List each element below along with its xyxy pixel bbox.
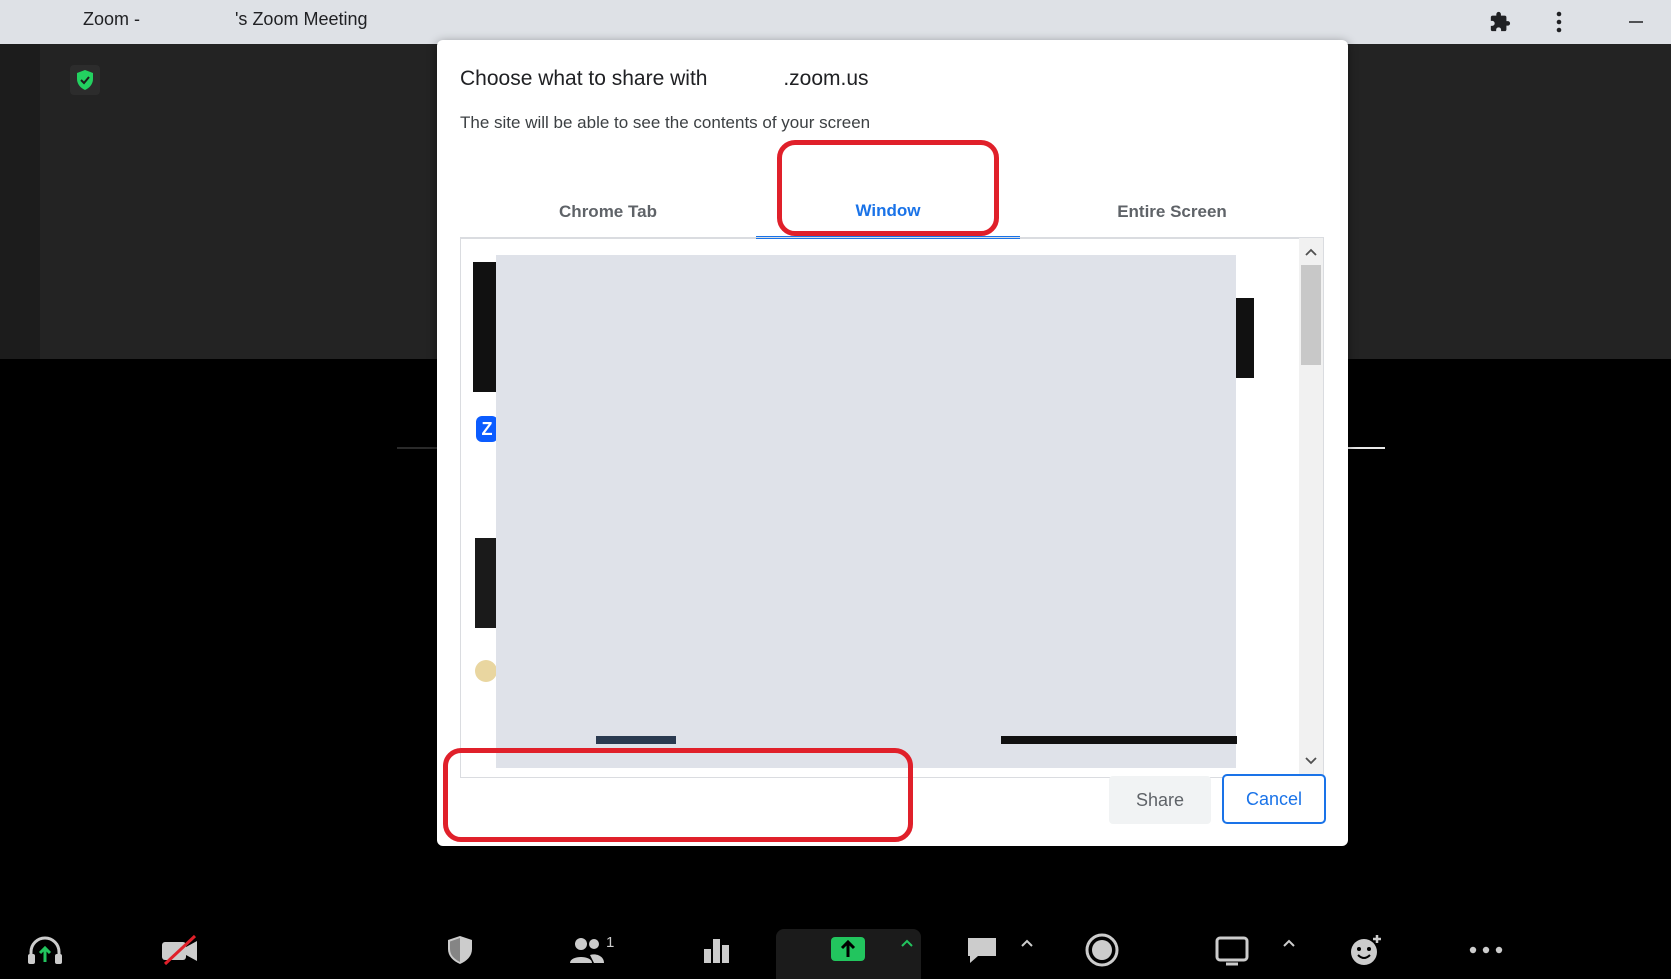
reactions-emoji-icon[interactable] bbox=[1344, 930, 1388, 970]
whiteboard-icon[interactable] bbox=[1210, 930, 1254, 970]
security-shield-icon[interactable] bbox=[438, 930, 482, 970]
dialog-title: Choose what to share with .zoom.us bbox=[460, 67, 869, 91]
dialog-title-domain: .zoom.us bbox=[783, 67, 869, 90]
window-thumbnail[interactable] bbox=[1236, 298, 1254, 378]
kebab-menu-icon[interactable] bbox=[1545, 8, 1573, 36]
scroll-down-icon[interactable] bbox=[1303, 753, 1319, 769]
video-off-icon[interactable] bbox=[158, 930, 202, 970]
window-thumbnail-strip bbox=[1001, 736, 1237, 744]
participants-count: 1 bbox=[606, 934, 615, 951]
share-button[interactable]: Share bbox=[1109, 776, 1211, 824]
annotation-window-tab bbox=[777, 140, 999, 236]
participants-icon[interactable] bbox=[566, 930, 610, 970]
whiteboard-options-caret-icon[interactable] bbox=[1282, 935, 1296, 951]
window-thumbnail[interactable] bbox=[475, 538, 497, 628]
chat-bubble-icon[interactable] bbox=[960, 930, 1004, 970]
scroll-thumb[interactable] bbox=[1301, 265, 1321, 365]
record-icon[interactable] bbox=[1080, 930, 1124, 970]
more-options-icon[interactable] bbox=[1464, 930, 1508, 970]
encryption-shield-icon[interactable] bbox=[70, 65, 100, 95]
tab-chrome-tab[interactable]: Chrome Tab bbox=[460, 185, 756, 239]
selected-window-thumbnail[interactable] bbox=[496, 255, 1236, 768]
scroll-up-icon[interactable] bbox=[1303, 244, 1319, 260]
tab-entire-screen[interactable]: Entire Screen bbox=[1020, 185, 1324, 239]
dialog-subtitle: The site will be able to see the content… bbox=[460, 113, 871, 132]
browser-titlebar: Zoom - 's Zoom Meeting bbox=[0, 0, 1671, 44]
headphones-audio-icon[interactable] bbox=[23, 930, 67, 970]
paint-app-icon bbox=[475, 660, 497, 682]
extensions-puzzle-icon[interactable] bbox=[1486, 8, 1514, 36]
divider-right bbox=[1347, 447, 1385, 449]
annotation-empty-area bbox=[443, 748, 913, 842]
window-title-prefix: Zoom - bbox=[83, 9, 141, 29]
chat-options-caret-icon[interactable] bbox=[1020, 935, 1034, 951]
window-thumbnail-strip bbox=[596, 736, 676, 744]
cancel-button[interactable]: Cancel bbox=[1222, 774, 1326, 824]
window-title-suffix: 's Zoom Meeting bbox=[235, 9, 368, 29]
scrollbar[interactable] bbox=[1299, 238, 1323, 777]
divider-left bbox=[397, 447, 437, 449]
dialog-title-prefix: Choose what to share with bbox=[460, 67, 708, 90]
window-picker-grid: Z bbox=[460, 237, 1324, 778]
window-thumbnail[interactable] bbox=[473, 262, 497, 392]
polls-bar-chart-icon[interactable] bbox=[694, 930, 738, 970]
zoom-app-icon: Z bbox=[476, 416, 498, 442]
share-options-caret-icon[interactable] bbox=[900, 935, 914, 951]
share-screen-icon[interactable] bbox=[826, 930, 870, 970]
minimize-icon[interactable] bbox=[1622, 8, 1650, 36]
video-strip bbox=[0, 44, 40, 359]
